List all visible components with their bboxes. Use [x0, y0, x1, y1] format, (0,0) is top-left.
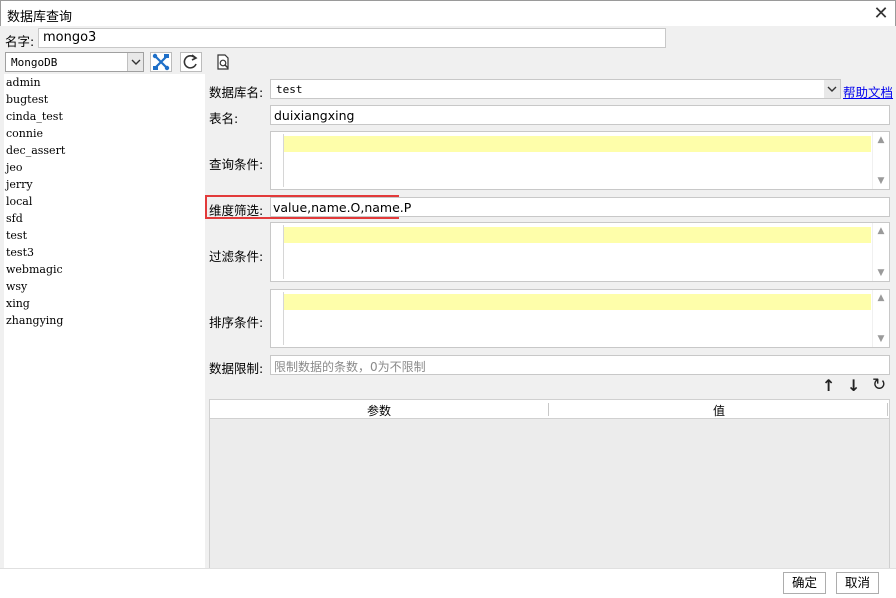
preview-button[interactable]	[214, 53, 234, 71]
database-list-item[interactable]: webmagic	[4, 261, 205, 278]
scroll-up-icon[interactable]: ▲	[873, 290, 889, 306]
scroll-down-icon[interactable]: ▼	[873, 265, 889, 281]
dimension-filter-label: 维度筛选:	[209, 203, 264, 218]
move-down-icon[interactable]: ↓	[847, 376, 860, 395]
scrollbar[interactable]: ▲ ▼	[872, 223, 889, 281]
table-name-label: 表名:	[209, 111, 239, 126]
column-divider	[887, 403, 888, 416]
database-list-item[interactable]: zhangying	[4, 312, 205, 329]
name-label: 名字:	[5, 34, 35, 49]
dialog-footer	[0, 568, 896, 598]
connection-settings-button[interactable]	[150, 52, 172, 72]
params-table[interactable]: 参数 值	[209, 399, 890, 569]
value-column-header: 值	[713, 404, 726, 418]
name-input[interactable]: mongo3	[38, 28, 666, 48]
cancel-button[interactable]: 取消	[836, 572, 879, 594]
chevron-down-icon[interactable]	[824, 80, 840, 98]
table-name-input[interactable]: duixiangxing	[270, 105, 890, 125]
close-icon[interactable]: ✕	[867, 1, 895, 26]
query-condition-editor[interactable]: ▲ ▼	[270, 131, 890, 190]
preview-icon	[217, 54, 229, 70]
database-list-item[interactable]: xing	[4, 295, 205, 312]
name-input-value: mongo3	[43, 30, 97, 45]
sort-condition-label: 排序条件:	[209, 315, 264, 330]
table-name-value: duixiangxing	[274, 108, 355, 123]
database-list-item[interactable]: bugtest	[4, 91, 205, 108]
db-type-select[interactable]: MongoDB	[5, 52, 144, 72]
data-limit-label: 数据限制:	[209, 361, 264, 376]
database-list-item[interactable]: dec_assert	[4, 142, 205, 159]
database-list-item[interactable]: admin	[4, 74, 205, 91]
database-list-item[interactable]: wsy	[4, 278, 205, 295]
database-list-item[interactable]: connie	[4, 125, 205, 142]
move-up-icon[interactable]: ↑	[822, 376, 835, 395]
db-name-select[interactable]: test	[270, 79, 841, 99]
refresh-params-icon[interactable]: ↻	[872, 375, 886, 395]
dimension-filter-value: value,name.O,name.P	[273, 200, 412, 215]
scroll-up-icon[interactable]: ▲	[873, 132, 889, 148]
scroll-down-icon[interactable]: ▼	[873, 173, 889, 189]
database-list-item[interactable]: cinda_test	[4, 108, 205, 125]
db-name-label: 数据库名:	[209, 85, 264, 100]
ok-button[interactable]: 确定	[783, 572, 826, 594]
scroll-up-icon[interactable]: ▲	[873, 223, 889, 239]
scrollbar[interactable]: ▲ ▼	[872, 290, 889, 347]
params-table-header: 参数 值	[210, 400, 889, 419]
refresh-icon	[183, 54, 198, 69]
database-list[interactable]: admin bugtest cinda_test connie dec_assert je…	[4, 74, 205, 568]
filter-condition-label: 过滤条件:	[209, 249, 264, 264]
dimension-filter-input[interactable]: value,name.O,name.P	[270, 197, 890, 217]
database-list-item[interactable]: jeo	[4, 159, 205, 176]
window-title: 数据库查询	[7, 10, 73, 25]
database-list-item[interactable]: test3	[4, 244, 205, 261]
data-limit-placeholder: 限制数据的条数，0为不限制	[274, 360, 426, 374]
database-list-item[interactable]: local	[4, 193, 205, 210]
sort-condition-editor[interactable]: ▲ ▼	[270, 289, 890, 348]
database-list-item[interactable]: test	[4, 227, 205, 244]
chevron-down-icon[interactable]	[127, 53, 143, 71]
scroll-down-icon[interactable]: ▼	[873, 331, 889, 347]
database-list-item[interactable]: jerry	[4, 176, 205, 193]
help-link[interactable]: 帮助文档	[843, 82, 893, 101]
db-name-value: test	[276, 83, 303, 96]
param-column-header: 参数	[367, 404, 392, 418]
title-bar: 数据库查询 ✕	[0, 0, 896, 26]
filter-condition-editor[interactable]: ▲ ▼	[270, 222, 890, 282]
connection-settings-icon	[152, 53, 170, 71]
scrollbar[interactable]: ▲ ▼	[872, 132, 889, 189]
column-divider	[548, 403, 549, 416]
db-type-value: MongoDB	[11, 56, 58, 69]
refresh-button[interactable]	[180, 52, 202, 72]
data-limit-input[interactable]: 限制数据的条数，0为不限制	[270, 355, 890, 375]
database-list-item[interactable]: sfd	[4, 210, 205, 227]
query-condition-label: 查询条件:	[209, 157, 264, 172]
